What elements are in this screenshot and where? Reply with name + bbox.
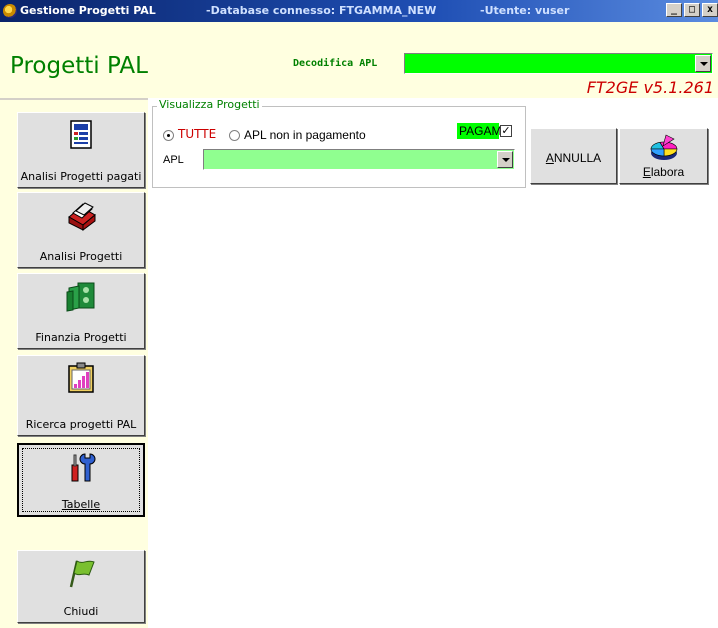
sidebar-item-label: Tabelle <box>61 498 101 511</box>
chart-clipboard-icon <box>68 362 94 393</box>
window-titlebar: Gestione Progetti PAL -Database connesso… <box>0 0 718 22</box>
decodifica-label: Decodifica APL <box>293 58 378 69</box>
sidebar-item-label: Ricerca progetti PAL <box>25 418 137 431</box>
apl-combo[interactable] <box>203 149 515 170</box>
sidebar-item-ricerca-progetti-pal[interactable]: Ricerca progetti PAL <box>17 355 145 436</box>
visualizza-progetti-group: Visualizza Progetti TUTTE APL non in pag… <box>152 98 526 188</box>
radio-apl-non-in-pagamento-label[interactable]: APL non in pagamento <box>244 128 366 142</box>
sidebar-item-tabelle[interactable]: Tabelle <box>17 443 145 517</box>
pagam-checkbox[interactable]: ✓ <box>500 125 512 137</box>
minimize-button[interactable]: _ <box>666 3 682 17</box>
sidebar-item-chiudi[interactable]: Chiudi <box>17 550 145 623</box>
maximize-button[interactable]: □ <box>684 3 700 17</box>
user-status: -Utente: vuser <box>480 4 570 17</box>
sidebar-item-analisi-progetti-pagati[interactable]: Analisi Progetti pagati <box>17 112 145 188</box>
sidebar-item-finanzia-progetti[interactable]: Finanzia Progetti <box>17 273 145 349</box>
radio-apl-non-in-pagamento[interactable] <box>229 130 240 141</box>
app-icon <box>3 4 17 18</box>
app-title: Progetti PAL <box>10 53 148 79</box>
sidebar-item-label: Chiudi <box>63 605 99 618</box>
chevron-down-icon[interactable] <box>695 55 711 72</box>
card-file-icon <box>68 202 96 231</box>
apl-label: APL <box>163 154 184 166</box>
report-icon <box>70 120 92 149</box>
flag-icon <box>69 560 95 588</box>
sidebar-item-label: Analisi Progetti <box>39 250 123 263</box>
pie-chart-icon <box>650 134 677 160</box>
elabora-label: Elabora <box>642 165 685 179</box>
radio-tutte-label[interactable]: TUTTE <box>178 127 216 141</box>
sidebar: Analisi Progetti pagati Analisi Progetti… <box>0 98 148 628</box>
group-label: Visualizza Progetti <box>157 98 262 111</box>
sidebar-item-label: Analisi Progetti pagati <box>20 170 142 183</box>
elabora-button[interactable]: Elabora <box>619 128 708 184</box>
database-status: -Database connesso: FTGAMMA_NEW <box>206 4 437 17</box>
window-title: Gestione Progetti PAL <box>20 4 156 17</box>
main-panel: Visualizza Progetti TUTTE APL non in pag… <box>148 98 718 628</box>
tools-icon <box>71 453 96 482</box>
chevron-down-icon[interactable] <box>497 151 513 168</box>
money-icon <box>66 282 95 312</box>
sidebar-item-analisi-progetti[interactable]: Analisi Progetti <box>17 192 145 268</box>
radio-tutte[interactable] <box>163 130 174 141</box>
decodifica-apl-combo[interactable] <box>404 53 713 74</box>
pagam-label: PAGAM <box>457 123 502 139</box>
version-label: FT2GE v5.1.261 <box>586 78 714 97</box>
header: Progetti PAL Decodifica APL FT2GE v5.1.2… <box>0 22 718 98</box>
close-button[interactable]: x <box>702 3 718 17</box>
sidebar-item-label: Finanzia Progetti <box>35 331 127 344</box>
annulla-button[interactable]: ANNULLA <box>530 128 617 184</box>
annulla-label: ANNULLA <box>545 151 602 165</box>
